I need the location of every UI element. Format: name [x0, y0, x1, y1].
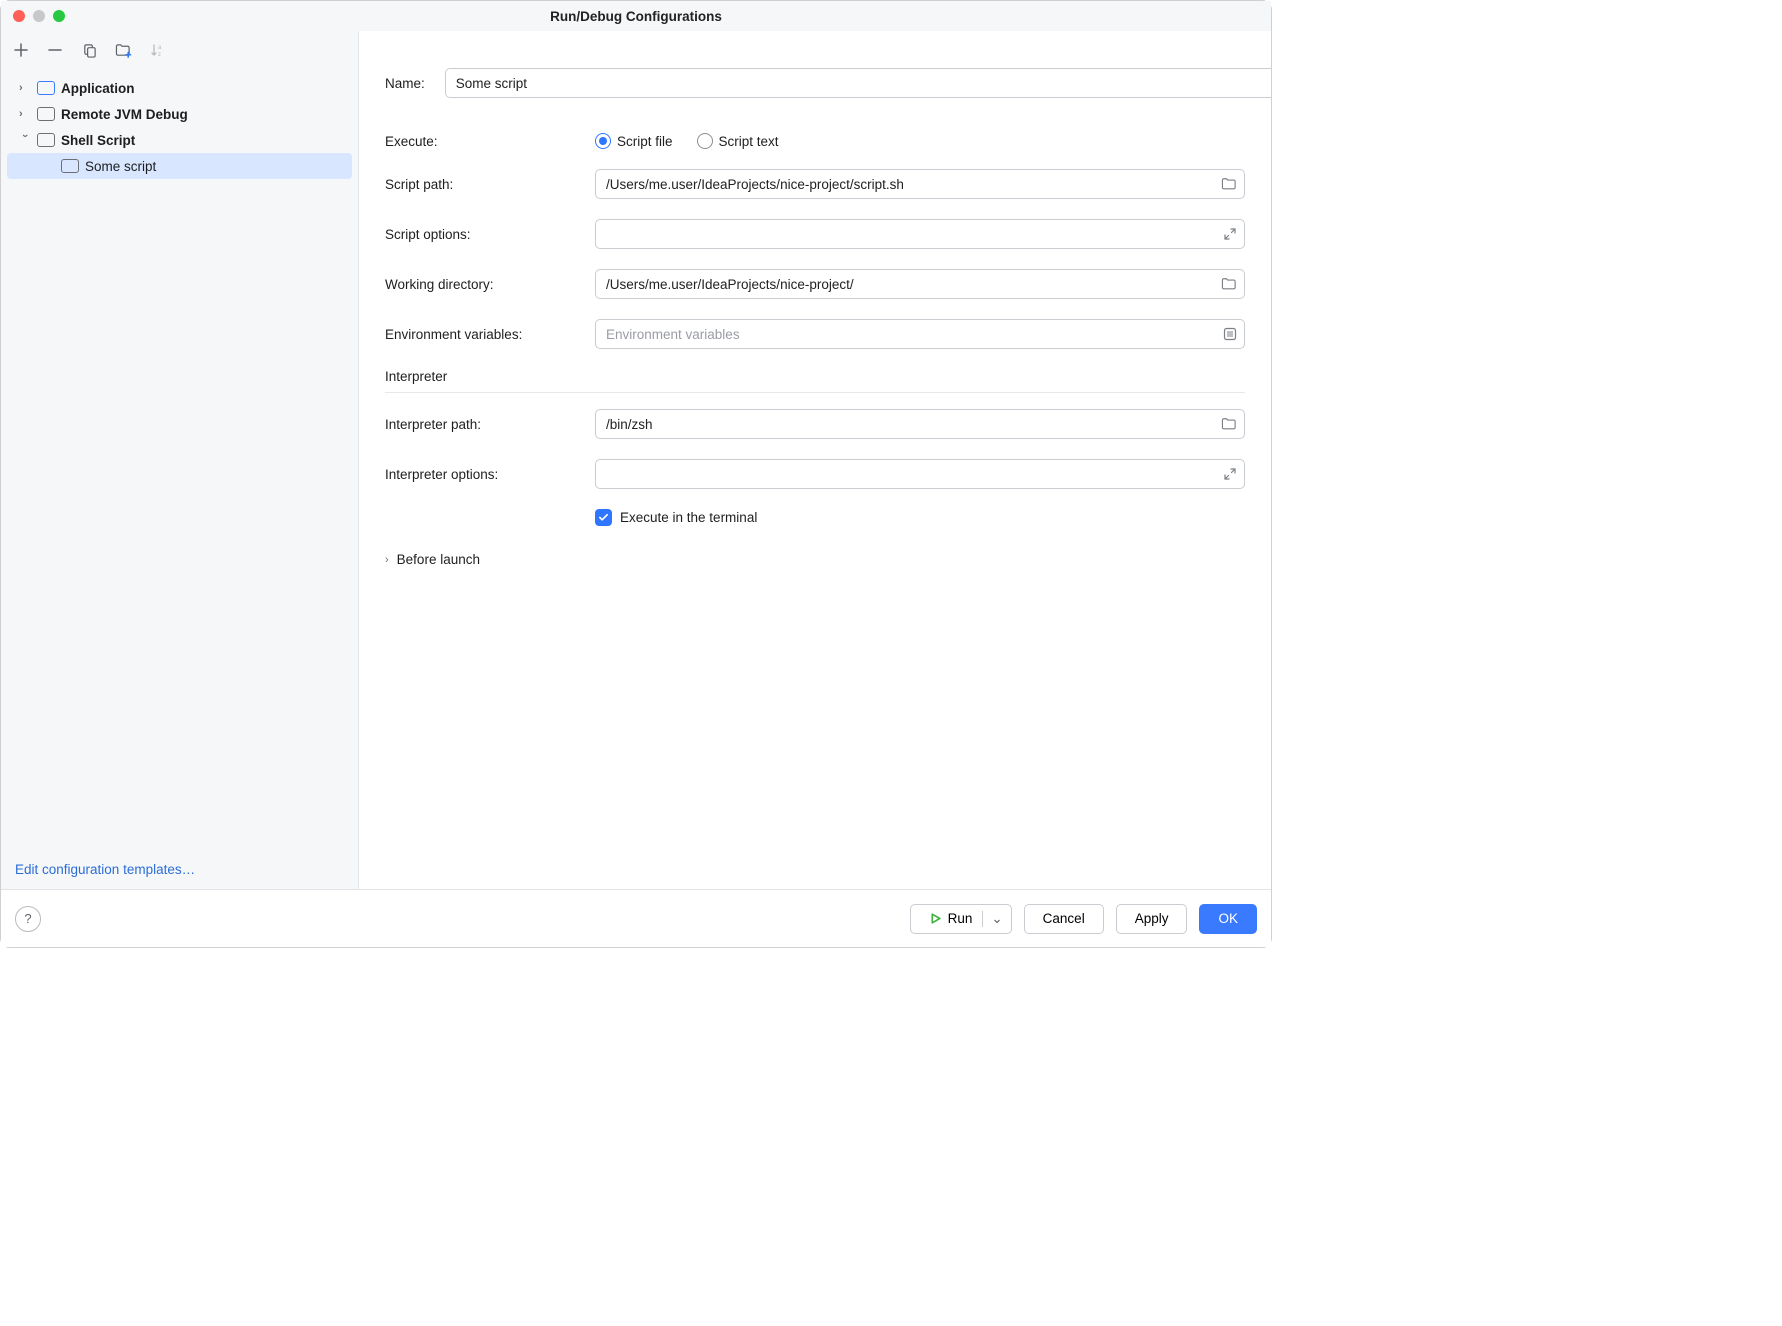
radio-label: Script file — [617, 134, 673, 149]
folder-add-button[interactable] — [113, 40, 133, 60]
chevron-right-icon: › — [19, 108, 31, 120]
working-dir-input[interactable] — [595, 269, 1245, 299]
cancel-button[interactable]: Cancel — [1024, 904, 1104, 934]
script-path-input[interactable] — [595, 169, 1245, 199]
interpreter-path-input[interactable] — [595, 409, 1245, 439]
name-input[interactable] — [445, 68, 1271, 98]
env-vars-label: Environment variables: — [385, 327, 575, 342]
interpreter-options-label: Interpreter options: — [385, 467, 575, 482]
dialog-footer: ? Run ⌄ Cancel Apply OK — [1, 889, 1271, 947]
window-title: Run/Debug Configurations — [1, 9, 1271, 24]
remove-config-button[interactable] — [45, 40, 65, 60]
chevron-right-icon: › — [19, 82, 31, 94]
remote-debug-icon — [37, 107, 55, 121]
expand-icon[interactable] — [1223, 467, 1237, 481]
tree-item-shell-script[interactable]: › Shell Script — [1, 127, 358, 153]
apply-label: Apply — [1135, 911, 1169, 926]
config-tree: › Application › Remote JVM Debug › Shell… — [1, 71, 358, 850]
add-config-button[interactable] — [11, 40, 31, 60]
working-dir-label: Working directory: — [385, 277, 575, 292]
interpreter-path-label: Interpreter path: — [385, 417, 575, 432]
main-form: Name: Allow multiple instances Store as … — [359, 31, 1271, 889]
execute-terminal-checkbox[interactable]: Execute in the terminal — [595, 509, 757, 526]
interpreter-options-input[interactable] — [595, 459, 1245, 489]
tree-label: Shell Script — [61, 133, 135, 148]
execute-terminal-label: Execute in the terminal — [620, 510, 757, 525]
radio-label: Script text — [719, 134, 779, 149]
script-options-label: Script options: — [385, 227, 575, 242]
env-vars-input[interactable] — [595, 319, 1245, 349]
tree-item-some-script[interactable]: Some script — [7, 153, 352, 179]
play-icon — [929, 912, 942, 925]
application-icon — [37, 81, 55, 95]
script-options-input[interactable] — [595, 219, 1245, 249]
shell-script-icon — [37, 133, 55, 147]
chevron-right-icon: › — [385, 554, 389, 566]
run-label: Run — [948, 911, 973, 926]
help-button[interactable]: ? — [15, 906, 41, 932]
sort-config-button[interactable]: az — [147, 40, 167, 60]
list-icon[interactable] — [1223, 327, 1237, 341]
tree-item-application[interactable]: › Application — [1, 75, 358, 101]
browse-folder-icon[interactable] — [1221, 177, 1237, 191]
tree-label: Some script — [85, 159, 156, 174]
browse-folder-icon[interactable] — [1221, 277, 1237, 291]
execute-script-file-radio[interactable]: Script file — [595, 133, 673, 149]
ok-label: OK — [1218, 911, 1238, 926]
execute-script-text-radio[interactable]: Script text — [697, 133, 779, 149]
before-launch-label: Before launch — [397, 552, 480, 567]
shell-script-icon — [61, 159, 79, 173]
tree-item-remote-jvm[interactable]: › Remote JVM Debug — [1, 101, 358, 127]
run-more-dropdown[interactable]: ⌄ — [982, 911, 1002, 927]
copy-config-button[interactable] — [79, 40, 99, 60]
script-path-label: Script path: — [385, 177, 575, 192]
ok-button[interactable]: OK — [1199, 904, 1257, 934]
svg-text:a: a — [158, 45, 162, 51]
chevron-down-icon: › — [19, 134, 31, 146]
svg-text:z: z — [158, 52, 161, 58]
tree-label: Remote JVM Debug — [61, 107, 188, 122]
expand-icon[interactable] — [1223, 227, 1237, 241]
run-button[interactable]: Run ⌄ — [910, 904, 1012, 934]
browse-folder-icon[interactable] — [1221, 417, 1237, 431]
sidebar: az › Application › Remote JVM Debug › Sh… — [1, 31, 359, 889]
apply-button[interactable]: Apply — [1116, 904, 1188, 934]
name-label: Name: — [385, 76, 425, 91]
execute-label: Execute: — [385, 134, 575, 149]
edit-templates-link[interactable]: Edit configuration templates… — [15, 862, 195, 877]
before-launch-toggle[interactable]: › Before launch — [385, 552, 1245, 567]
interpreter-section-title: Interpreter — [385, 369, 1245, 384]
titlebar: Run/Debug Configurations — [1, 1, 1271, 31]
tree-label: Application — [61, 81, 135, 96]
cancel-label: Cancel — [1043, 911, 1085, 926]
sidebar-toolbar: az — [1, 31, 358, 71]
